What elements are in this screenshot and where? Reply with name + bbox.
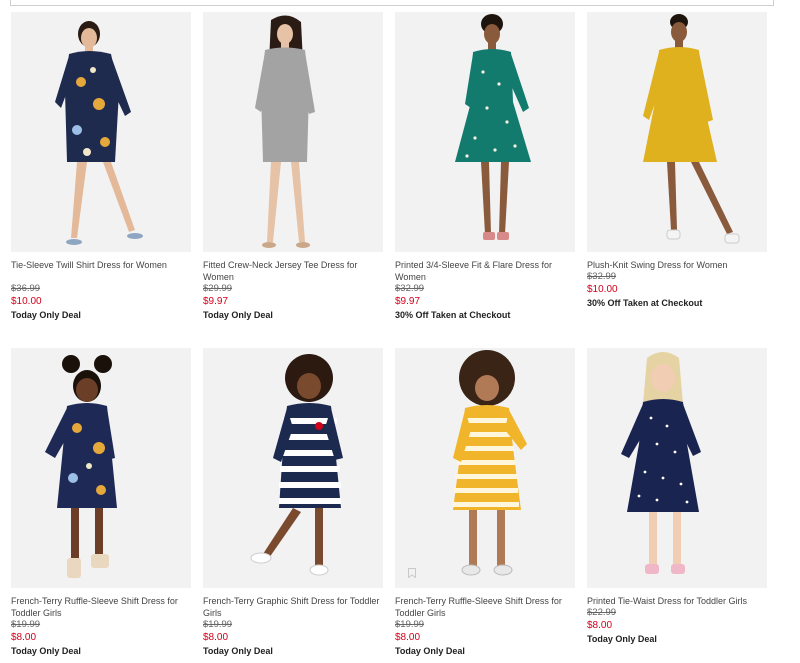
model-photo [587, 348, 767, 588]
original-price: $19.99 [203, 619, 233, 630]
product-image[interactable] [203, 348, 383, 588]
sale-price: $8.00 [203, 632, 229, 643]
deal-label: 30% Off Taken at Checkout [587, 298, 703, 308]
product-name[interactable]: Printed 3/4-Sleeve Fit & Flare Dress for… [395, 259, 575, 283]
model-photo [395, 348, 575, 588]
product-card[interactable]: French-Terry Ruffle-Sleeve Shift Dress f… [11, 348, 191, 658]
deal-label: 30% Off Taken at Checkout [395, 310, 511, 320]
sale-price: $10.00 [11, 296, 42, 307]
product-card[interactable]: French-Terry Ruffle-Sleeve Shift Dress f… [395, 348, 575, 658]
deal-label: Today Only Deal [11, 646, 81, 656]
product-card[interactable]: Fitted Crew-Neck Jersey Tee Dress for Wo… [203, 12, 383, 322]
product-image[interactable] [11, 12, 191, 252]
deal-label: Today Only Deal [203, 310, 273, 320]
sale-price: $9.97 [395, 296, 421, 307]
product-name[interactable]: French-Terry Ruffle-Sleeve Shift Dress f… [395, 595, 575, 619]
deal-label: Today Only Deal [587, 634, 657, 644]
sale-price: $8.00 [587, 620, 613, 631]
product-image[interactable] [395, 348, 575, 588]
product-name[interactable]: French-Terry Graphic Shift Dress for Tod… [203, 595, 383, 619]
deal-label: Today Only Deal [395, 646, 465, 656]
original-price: $32.99 [587, 271, 617, 282]
model-photo [395, 12, 575, 252]
model-photo [11, 12, 191, 252]
model-photo [203, 12, 383, 252]
original-price: $19.99 [11, 619, 41, 630]
product-name[interactable]: Plush-Knit Swing Dress for Women [587, 259, 767, 271]
model-photo [587, 12, 767, 252]
original-price: $29.99 [203, 283, 233, 294]
model-photo [11, 348, 191, 588]
deal-label: Today Only Deal [11, 310, 81, 320]
product-card[interactable]: Printed Tie-Waist Dress for Toddler Girl… [587, 348, 767, 646]
original-price: $32.99 [395, 283, 425, 294]
sale-price: $9.97 [203, 296, 229, 307]
product-name[interactable]: French-Terry Ruffle-Sleeve Shift Dress f… [11, 595, 191, 619]
product-image[interactable] [395, 12, 575, 252]
deal-label: Today Only Deal [203, 646, 273, 656]
product-name[interactable]: Fitted Crew-Neck Jersey Tee Dress for Wo… [203, 259, 383, 283]
sale-price: $8.00 [395, 632, 421, 643]
original-price: $36.99 [11, 283, 41, 294]
original-price: $22.99 [587, 607, 617, 618]
product-image[interactable] [203, 12, 383, 252]
product-card[interactable]: Plush-Knit Swing Dress for Women $32.99 … [587, 12, 767, 310]
product-image[interactable] [11, 348, 191, 588]
product-card[interactable]: French-Terry Graphic Shift Dress for Tod… [203, 348, 383, 658]
product-card[interactable]: Printed 3/4-Sleeve Fit & Flare Dress for… [395, 12, 575, 322]
model-photo [203, 348, 383, 588]
search-bar-edge [10, 0, 774, 6]
product-image[interactable] [587, 12, 767, 252]
bookmark-icon[interactable] [408, 568, 416, 578]
product-image[interactable] [587, 348, 767, 588]
product-card[interactable]: Tie-Sleeve Twill Shirt Dress for Women $… [11, 12, 191, 322]
sale-price: $8.00 [11, 632, 37, 643]
sale-price: $10.00 [587, 284, 618, 295]
product-name[interactable]: Printed Tie-Waist Dress for Toddler Girl… [587, 595, 767, 607]
product-name[interactable]: Tie-Sleeve Twill Shirt Dress for Women [11, 259, 191, 283]
original-price: $19.99 [395, 619, 425, 630]
